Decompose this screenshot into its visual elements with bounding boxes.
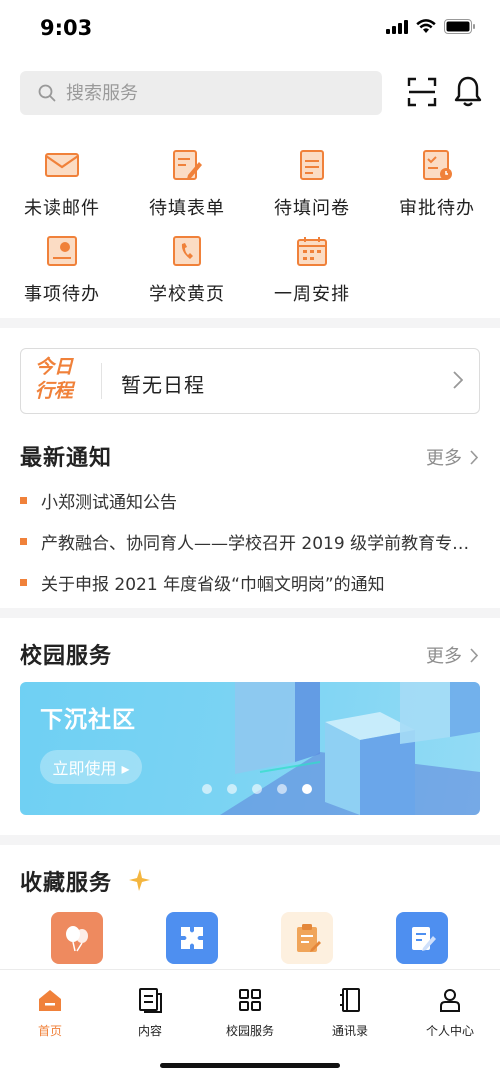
scan-icon bbox=[407, 77, 437, 107]
services-more-label: 更多 bbox=[426, 646, 462, 667]
favorite-services-section: 收藏服务 bbox=[0, 845, 500, 970]
tab-campus-services[interactable]: 校园服务 bbox=[200, 986, 300, 1039]
edit-doc-service-icon bbox=[412, 927, 436, 951]
status-icons bbox=[386, 19, 476, 34]
approval-icon bbox=[423, 150, 452, 180]
scan-button[interactable] bbox=[406, 76, 438, 108]
banner-dot[interactable] bbox=[277, 784, 287, 794]
search-bar[interactable] bbox=[20, 71, 382, 115]
tab-content[interactable]: 内容 bbox=[100, 986, 200, 1039]
quick-action-label: 待填问卷 bbox=[274, 198, 350, 219]
tab-label: 首页 bbox=[37, 1024, 62, 1038]
bell-icon bbox=[454, 76, 482, 107]
news-more-label: 更多 bbox=[426, 448, 462, 469]
today-schedule-card[interactable]: 今日 行程 暂无日程 bbox=[20, 348, 480, 414]
chevron-right-icon bbox=[470, 647, 478, 663]
schedule-badge: 今日 行程 bbox=[35, 355, 85, 403]
news-bullet bbox=[20, 497, 27, 504]
notification-button[interactable] bbox=[453, 75, 483, 107]
home-icon bbox=[39, 990, 61, 1011]
quick-action-weekly-schedule[interactable]: 一周安排 bbox=[257, 234, 367, 306]
news-bullet bbox=[20, 579, 27, 586]
schedule-badge-line1: 今日 bbox=[35, 356, 74, 378]
task-icon bbox=[47, 236, 77, 266]
mail-icon bbox=[45, 153, 79, 177]
news-bullet bbox=[20, 538, 27, 545]
news-item[interactable]: 关于申报 2021 年度省级“巾帼文明岗”的通知 bbox=[20, 562, 470, 603]
quick-action-label: 审批待办 bbox=[399, 198, 475, 219]
top-section: 未读邮件 待填表单 待填问卷 bbox=[0, 58, 500, 318]
quick-action-pending-questionnaire[interactable]: 待填问卷 bbox=[257, 148, 367, 220]
schedule-news-section: 今日 行程 暂无日程 最新通知 更多 小郑测试通知公告 产教融合、协同育人——学… bbox=[0, 328, 500, 608]
news-item[interactable]: 产教融合、协同育人——学校召开 2019 级学前教育专业毕业生见面会 bbox=[20, 521, 470, 562]
services-section-title: 校园服务 bbox=[20, 644, 113, 669]
quick-action-label: 学校黄页 bbox=[149, 284, 225, 305]
favorite-service-3[interactable] bbox=[281, 912, 333, 964]
news-more-link[interactable]: 更多 bbox=[426, 444, 478, 470]
tab-contacts[interactable]: 通讯录 bbox=[300, 986, 400, 1039]
clipboard-service-icon bbox=[297, 924, 321, 952]
favorite-service-4[interactable] bbox=[396, 912, 448, 964]
home-indicator bbox=[160, 1063, 340, 1068]
banner-button-label: 立即使用 ▸ bbox=[52, 759, 130, 778]
chevron-right-icon bbox=[453, 371, 463, 389]
balloon-service-icon bbox=[66, 926, 88, 952]
quick-action-label: 未读邮件 bbox=[24, 198, 100, 219]
banner-pagination bbox=[202, 784, 312, 794]
tab-label: 校园服务 bbox=[225, 1024, 274, 1038]
favorites-section-title: 收藏服务 bbox=[20, 871, 113, 896]
tab-profile[interactable]: 个人中心 bbox=[400, 986, 500, 1039]
tab-label: 通讯录 bbox=[331, 1024, 368, 1038]
questionnaire-icon bbox=[300, 150, 324, 180]
status-time: 9:03 bbox=[40, 16, 93, 40]
quick-action-label: 待填表单 bbox=[149, 198, 225, 219]
schedule-empty-text: 暂无日程 bbox=[121, 373, 205, 397]
quick-action-pending-form[interactable]: 待填表单 bbox=[132, 148, 242, 220]
news-item[interactable]: 小郑测试通知公告 bbox=[20, 480, 470, 521]
services-more-link[interactable]: 更多 bbox=[426, 642, 478, 668]
banner-dot[interactable] bbox=[252, 784, 262, 794]
news-section-title: 最新通知 bbox=[20, 446, 113, 471]
news-item-title: 小郑测试通知公告 bbox=[41, 493, 177, 513]
quick-action-task-todo[interactable]: 事项待办 bbox=[7, 234, 117, 306]
contacts-icon bbox=[340, 988, 360, 1012]
schedule-badge-line2: 行程 bbox=[35, 380, 74, 402]
tab-label: 个人中心 bbox=[425, 1024, 474, 1038]
favorite-service-2[interactable] bbox=[166, 912, 218, 964]
promo-banner[interactable]: 下沉社区 立即使用 ▸ bbox=[20, 682, 480, 815]
news-item-title: 关于申报 2021 年度省级“巾帼文明岗”的通知 bbox=[41, 575, 385, 595]
news-item-title: 产教融合、协同育人——学校召开 2019 级学前教育专业毕业生见面会 bbox=[41, 534, 470, 554]
calendar-icon bbox=[297, 237, 327, 266]
puzzle-service-icon bbox=[181, 927, 203, 949]
search-icon bbox=[38, 84, 56, 102]
status-bar: 9:03 bbox=[0, 0, 500, 58]
quick-action-unread-mail[interactable]: 未读邮件 bbox=[7, 148, 117, 220]
search-input[interactable] bbox=[64, 81, 348, 105]
banner-use-now-button[interactable]: 立即使用 ▸ bbox=[40, 750, 142, 784]
news-list: 小郑测试通知公告 产教融合、协同育人——学校召开 2019 级学前教育专业毕业生… bbox=[20, 480, 470, 603]
favorite-service-1[interactable] bbox=[51, 912, 103, 964]
schedule-divider bbox=[101, 363, 102, 399]
tab-home[interactable]: 首页 bbox=[0, 986, 100, 1039]
form-edit-icon bbox=[173, 150, 202, 180]
banner-dot[interactable] bbox=[202, 784, 212, 794]
content-icon bbox=[139, 988, 162, 1013]
sparkle-icon bbox=[129, 869, 150, 891]
quick-action-label: 一周安排 bbox=[274, 284, 350, 305]
banner-dot[interactable] bbox=[227, 784, 237, 794]
campus-services-section: 校园服务 更多 下沉社区 立即使用 ▸ bbox=[0, 618, 500, 835]
profile-icon bbox=[440, 989, 460, 1012]
quick-action-phonebook[interactable]: 学校黄页 bbox=[132, 234, 242, 306]
banner-dot-active[interactable] bbox=[302, 784, 312, 794]
chevron-right-icon bbox=[470, 449, 478, 465]
battery-icon bbox=[444, 19, 475, 34]
quick-action-label: 事项待办 bbox=[24, 284, 100, 305]
wifi-icon bbox=[416, 19, 436, 33]
phonebook-icon bbox=[173, 236, 201, 266]
banner-title: 下沉社区 bbox=[40, 707, 136, 733]
signal-icon bbox=[386, 19, 408, 34]
quick-action-approval[interactable]: 审批待办 bbox=[382, 148, 492, 220]
tab-label: 内容 bbox=[137, 1024, 162, 1038]
grid-icon bbox=[239, 989, 261, 1011]
